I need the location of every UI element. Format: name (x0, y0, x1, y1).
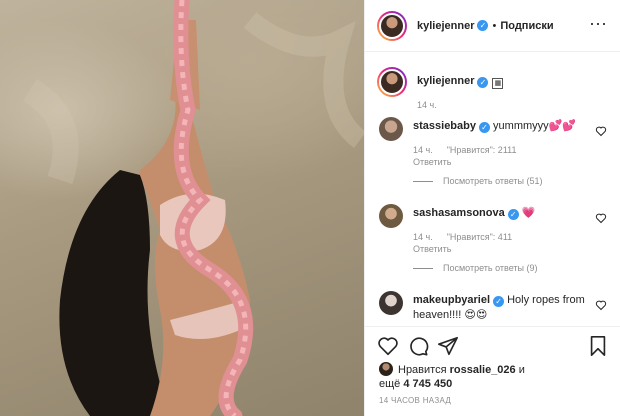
commenter-avatar[interactable] (379, 291, 403, 315)
share-paper-plane-icon[interactable] (437, 335, 459, 357)
verified-badge-icon: ✓ (507, 209, 519, 220)
post-actions-bar (365, 326, 620, 366)
save-bookmark-icon[interactable] (587, 335, 609, 357)
post-header: kyliejenner ✓ • Подписки ··· (365, 0, 620, 52)
commenter-avatar[interactable] (379, 117, 403, 141)
view-replies-button[interactable]: Посмотреть ответы (9) (413, 263, 585, 273)
verified-badge-icon: ✓ (478, 122, 490, 133)
comment-like-count[interactable]: "Нравится": 411 (447, 232, 512, 242)
likes-more-prefix: ещё (379, 378, 401, 390)
comment-emoji: 💗 (521, 207, 536, 219)
comment-username[interactable]: stassiebaby (413, 120, 476, 132)
post-side-panel: kyliejenner ✓ • Подписки ··· kyliejenner… (364, 0, 620, 416)
reply-button[interactable]: Ответить (413, 243, 585, 255)
comment-row: makeupbyariel ✓ Holy ropes from heaven!!!… (377, 291, 609, 323)
following-button[interactable]: Подписки (500, 20, 553, 32)
post-photo-illustration (22, 0, 364, 416)
reply-button[interactable]: Ответить (413, 156, 585, 168)
caption-row: kyliejenner ✓ ▦ 14 ч. (377, 67, 609, 111)
comment-bubble-icon[interactable] (407, 335, 429, 357)
view-replies-button[interactable]: Посмотреть ответы (51) (413, 176, 585, 186)
comment-time[interactable]: 14 ч. (413, 145, 433, 155)
comment-emoji: 😍😍 (464, 309, 488, 321)
comment-username[interactable]: sashasamsonova (413, 207, 505, 219)
likes-prefix: Нравится (398, 364, 447, 376)
view-replies-label: Посмотреть ответы (51) (443, 176, 543, 186)
view-replies-label: Посмотреть ответы (9) (443, 263, 538, 273)
likes-count[interactable]: 4 745 450 (403, 378, 452, 390)
comment-text: yummmyyy (493, 120, 549, 132)
author-username[interactable]: kyliejenner (417, 20, 474, 32)
likes-summary: Нравится rossalie_026 и ещё 4 745 450 (379, 362, 615, 391)
comment-like-count[interactable]: "Нравится": 2111 (447, 145, 517, 155)
heart-icon[interactable] (595, 125, 607, 137)
verified-badge-icon: ✓ (493, 296, 505, 307)
comment-username[interactable]: makeupbyariel (413, 294, 490, 306)
caption-username[interactable]: kyliejenner (417, 75, 474, 87)
caption-avatar[interactable] (377, 67, 407, 97)
liker-username[interactable]: rossalie_026 (450, 364, 516, 376)
liker-avatar[interactable] (379, 362, 393, 376)
more-options-icon[interactable]: ··· (589, 14, 607, 32)
heart-icon[interactable] (595, 212, 607, 224)
comment-emoji: 💕💕 (548, 120, 577, 132)
post-photo[interactable] (0, 0, 364, 416)
comment-time[interactable]: 14 ч. (413, 232, 433, 242)
author-avatar[interactable] (377, 10, 407, 41)
caption-time[interactable]: 14 ч. (417, 100, 437, 110)
likes-and: и (518, 364, 525, 376)
header-separator: • (492, 19, 497, 32)
heart-icon[interactable] (595, 299, 607, 311)
post-timestamp[interactable]: 14 ЧАСОВ НАЗАД (379, 396, 451, 405)
like-heart-icon[interactable] (377, 335, 399, 357)
verified-badge-icon: ✓ (477, 77, 489, 88)
comment-row: sashasamsonova ✓ 💗 14 ч. "Нравится": 411 О… (377, 204, 609, 273)
comments-list[interactable]: kyliejenner ✓ ▦ 14 ч. stassiebaby ✓ yummmyy… (365, 53, 620, 326)
commenter-avatar[interactable] (379, 204, 403, 228)
comment-row: stassiebaby ✓ yummmyyy💕💕 14 ч. "Нравится":… (377, 117, 609, 186)
framed-picture-emoji-icon: ▦ (492, 78, 504, 89)
verified-badge-icon: ✓ (477, 20, 489, 31)
